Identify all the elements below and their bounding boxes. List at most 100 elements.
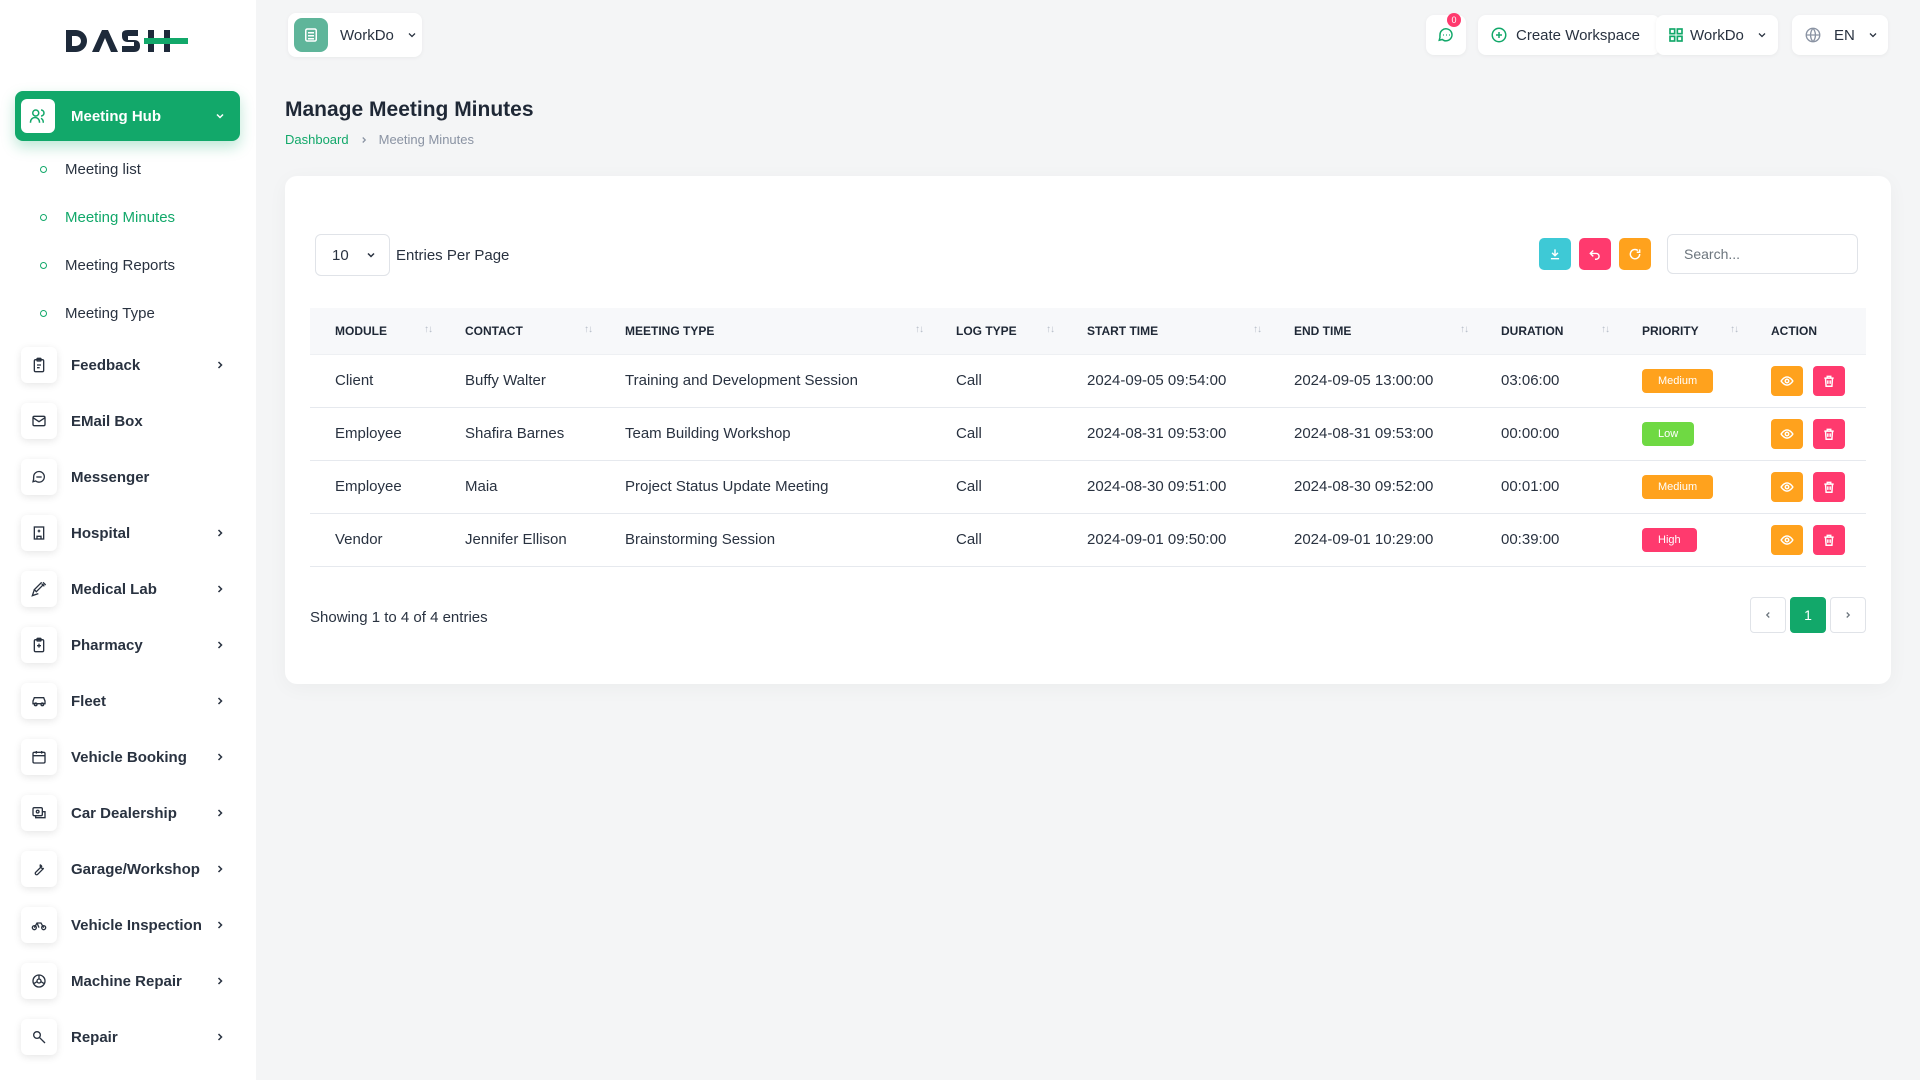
sidebar-item-label: Garage/Workshop: [71, 860, 200, 878]
sidebar-subitem-meeting-list[interactable]: Meeting list: [0, 145, 256, 193]
column-header-log-type[interactable]: Log Type ↑↓: [931, 308, 1062, 355]
view-button[interactable]: [1771, 524, 1803, 555]
sidebar-subnav: Meeting list Meeting Minutes Meeting Rep…: [0, 145, 256, 337]
cell-start-time: 2024-09-05 09:54:00: [1062, 354, 1269, 408]
cell-action: [1746, 407, 1866, 461]
sidebar-item-medical-lab[interactable]: Medical Lab: [0, 561, 256, 617]
chevron-right-icon: [217, 977, 223, 985]
subitem-label: Meeting list: [65, 160, 141, 178]
next-page-button[interactable]: [1830, 597, 1866, 633]
priority-badge: Medium: [1642, 474, 1714, 499]
create-workspace-button[interactable]: Create Workspace: [1478, 15, 1660, 55]
globe-icon: [1805, 27, 1821, 43]
sort-icon: ↑↓: [584, 324, 593, 335]
user-workspace-menu[interactable]: WorkDo: [1656, 15, 1778, 55]
refresh-button[interactable]: [1619, 238, 1651, 270]
chevron-down-icon: [367, 252, 375, 258]
breadcrumb-dashboard-link[interactable]: Dashboard: [285, 132, 349, 147]
sidebar-item-machine-repair[interactable]: Machine Repair: [0, 953, 256, 1009]
sidebar-item-hospital[interactable]: Hospital: [0, 505, 256, 561]
top-header: WorkDo 0 Create Workspace WorkDo EN: [256, 0, 1920, 72]
cell-meeting-type: Training and Development Session: [600, 354, 931, 408]
column-header-contact[interactable]: Contact ↑↓: [440, 308, 600, 355]
view-button[interactable]: [1771, 365, 1803, 396]
chat-icon: [1438, 28, 1453, 42]
bullet-icon: [40, 261, 47, 269]
sidebar-item-messenger[interactable]: Messenger: [0, 449, 256, 505]
calendar-icon: [21, 739, 57, 775]
sidebar-subitem-meeting-minutes[interactable]: Meeting Minutes: [0, 193, 256, 241]
cell-module: Employee: [310, 407, 440, 461]
delete-button[interactable]: [1813, 524, 1846, 555]
column-header-start-time[interactable]: Start Time ↑↓: [1062, 308, 1269, 355]
prev-page-button[interactable]: [1750, 597, 1786, 633]
page-button-1[interactable]: 1: [1790, 597, 1826, 633]
sidebar-item-fleet[interactable]: Fleet: [0, 673, 256, 729]
chevron-down-icon: [1758, 33, 1766, 38]
cell-start-time: 2024-09-01 09:50:00: [1062, 513, 1269, 567]
export-button[interactable]: [1539, 238, 1571, 270]
delete-button[interactable]: [1813, 471, 1846, 502]
sidebar-item-email-box[interactable]: EMail Box: [0, 393, 256, 449]
download-icon: [1550, 249, 1560, 260]
delete-button[interactable]: [1813, 418, 1846, 449]
language-menu[interactable]: EN: [1792, 15, 1888, 55]
delete-button[interactable]: [1813, 365, 1846, 396]
trash-icon: [1824, 375, 1834, 387]
entries-summary: Showing 1 to 4 of 4 entries: [310, 609, 488, 626]
view-button[interactable]: [1771, 418, 1803, 449]
entries-select[interactable]: 10: [315, 234, 390, 276]
sidebar-item-repair[interactable]: Repair: [0, 1009, 256, 1065]
cell-end-time: 2024-08-30 09:52:00: [1269, 460, 1476, 514]
sidebar-subitem-meeting-reports[interactable]: Meeting Reports: [0, 241, 256, 289]
grid-icon: [1669, 28, 1683, 42]
column-header-priority[interactable]: Priority ↑↓: [1617, 308, 1746, 355]
chevron-right-icon: [1846, 612, 1851, 618]
sidebar-item-garage-workshop[interactable]: Garage/Workshop: [0, 841, 256, 897]
workspace-name: WorkDo: [340, 26, 394, 44]
column-header-end-time[interactable]: End Time ↑↓: [1269, 308, 1476, 355]
language-label: EN: [1834, 26, 1855, 44]
search-input[interactable]: [1667, 234, 1858, 274]
cell-start-time: 2024-08-30 09:51:00: [1062, 460, 1269, 514]
user-workspace-label: WorkDo: [1690, 26, 1744, 44]
chevron-right-icon: [217, 361, 223, 369]
column-header-module[interactable]: Module ↑↓: [310, 308, 440, 355]
column-header-meeting-type[interactable]: Meeting Type ↑↓: [600, 308, 931, 355]
cell-action: [1746, 513, 1866, 567]
reset-button[interactable]: [1579, 238, 1611, 270]
cell-start-time: 2024-08-31 09:53:00: [1062, 407, 1269, 461]
eye-icon: [1780, 534, 1794, 545]
sidebar-item-label: Repair: [71, 1028, 118, 1046]
sidebar-item-vehicle-booking[interactable]: Vehicle Booking: [0, 729, 256, 785]
column-header-label: Log Type: [956, 323, 1017, 338]
chevron-left-icon: [1765, 612, 1770, 618]
sidebar-item-feedback[interactable]: Feedback: [0, 337, 256, 393]
chevron-down-icon: [1869, 33, 1877, 38]
chevron-right-icon: [217, 585, 223, 593]
dash-logo-icon: [66, 30, 188, 52]
messages-button[interactable]: 0: [1426, 13, 1466, 55]
sidebar-item-car-dealership[interactable]: Car Dealership: [0, 785, 256, 841]
refresh-icon: [1629, 248, 1641, 260]
sidebar-subitem-meeting-type[interactable]: Meeting Type: [0, 289, 256, 337]
sort-icon: ↑↓: [424, 324, 433, 335]
sidebar-item-label: Car Dealership: [71, 804, 177, 822]
column-header-label: Meeting Type: [625, 323, 715, 338]
sidebar-item-pharmacy[interactable]: Pharmacy: [0, 617, 256, 673]
entries-label: Entries Per Page: [396, 246, 510, 264]
brand-logo[interactable]: [64, 24, 188, 58]
cell-meeting-type: Brainstorming Session: [600, 513, 931, 567]
bullet-icon: [40, 309, 47, 317]
sidebar-item-meeting-hub[interactable]: Meeting Hub: [15, 91, 240, 141]
messages-count-badge: 0: [1447, 13, 1461, 27]
sidebar-item-label: Fleet: [71, 692, 107, 710]
sort-icon: ↑↓: [1253, 324, 1262, 335]
table-row: Employee Shafira Barnes Team Building Wo…: [310, 407, 1866, 461]
cell-end-time: 2024-08-31 09:53:00: [1269, 407, 1476, 461]
sidebar-item-vehicle-inspection[interactable]: Vehicle Inspection: [0, 897, 256, 953]
trash-icon: [1824, 534, 1834, 546]
view-button[interactable]: [1771, 471, 1803, 502]
workspace-switcher[interactable]: WorkDo: [288, 13, 422, 57]
column-header-duration[interactable]: Duration ↑↓: [1476, 308, 1617, 355]
